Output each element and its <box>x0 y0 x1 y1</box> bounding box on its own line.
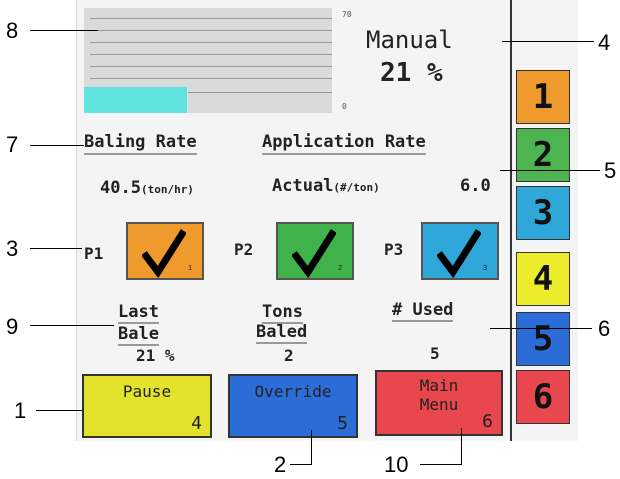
pause-button[interactable]: Pause 4 <box>82 374 212 438</box>
pump-p1-button[interactable]: 1 <box>126 222 204 280</box>
last-bale-value: 21 % <box>136 346 175 365</box>
callout-2-line-v <box>311 430 312 464</box>
callout-10: 10 <box>384 452 409 477</box>
checkmark-icon <box>292 229 336 278</box>
callout-4-line <box>502 41 594 42</box>
pause-label: Pause <box>122 382 172 401</box>
used-value: 5 <box>430 344 440 363</box>
callout-6-line <box>490 328 592 329</box>
side-key-4[interactable]: 4 <box>516 252 570 306</box>
application-rate-heading: Application Rate <box>262 132 426 155</box>
callout-7: 7 <box>6 132 19 157</box>
side-key-2[interactable]: 2 <box>516 128 570 182</box>
override-label: Override <box>254 382 332 401</box>
pump-p3-button[interactable]: 3 <box>421 222 499 280</box>
graph-level-bar <box>169 87 188 113</box>
actual-rate-value: 6.0 <box>460 176 491 196</box>
callout-10-line-v <box>461 428 462 464</box>
pump-p2-number: 2 <box>338 265 342 272</box>
side-key-6[interactable]: 6 <box>516 370 570 424</box>
pump-label-p3: P3 <box>384 240 404 259</box>
actual-rate-readout: Actual(#/ton) <box>272 176 380 196</box>
callout-2: 2 <box>274 452 287 477</box>
main-menu-key: 6 <box>482 411 493 432</box>
side-key-1[interactable]: 1 <box>516 70 570 124</box>
pump-p3-number: 3 <box>483 265 487 272</box>
tons-baled-value: 2 <box>284 346 294 365</box>
callout-1-line <box>36 410 82 411</box>
callout-4: 4 <box>598 30 611 55</box>
last-bale-label-line2: Bale <box>118 324 159 346</box>
baling-rate-heading: Baling Rate <box>84 132 197 155</box>
actual-label: Actual <box>272 176 334 196</box>
tons-baled-label-line2: Baled <box>256 322 308 344</box>
rate-graph <box>84 8 332 113</box>
percent-value: 21 % <box>380 58 443 88</box>
callout-9: 9 <box>6 314 19 339</box>
callout-5-line <box>500 170 600 171</box>
pump-p2-button[interactable]: 2 <box>276 222 354 280</box>
baling-rate-value: 40.5 <box>100 178 141 198</box>
callout-6: 6 <box>598 316 611 341</box>
callout-9-line <box>30 325 114 326</box>
override-key: 5 <box>337 413 348 434</box>
callout-8: 8 <box>6 18 19 43</box>
graph-scale-min: 0 <box>342 102 347 111</box>
pump-label-p1: P1 <box>84 244 104 263</box>
checkmark-icon <box>437 229 481 278</box>
baling-rate-unit: (ton/hr) <box>140 183 194 196</box>
side-key-5[interactable]: 5 <box>516 312 570 366</box>
pause-key: 4 <box>191 413 202 434</box>
side-key-3[interactable]: 3 <box>516 186 570 240</box>
graph-scale-max: 70 <box>342 10 352 19</box>
checkmark-icon <box>142 229 186 278</box>
last-bale-label-line1: Last <box>118 302 159 324</box>
pump-p1-number: 1 <box>188 265 192 272</box>
callout-8-line <box>30 30 98 31</box>
main-menu-label-line1: Main <box>419 376 459 395</box>
actual-unit: (#/ton) <box>333 181 380 194</box>
baling-rate-readout: 40.5(ton/hr) <box>100 178 194 198</box>
tons-baled-label-line1: Tons <box>262 302 303 324</box>
callout-10-line-h <box>420 464 462 465</box>
override-button[interactable]: Override 5 <box>228 374 358 438</box>
pump-label-p2: P2 <box>234 240 254 259</box>
main-menu-button[interactable]: Main Menu 6 <box>375 370 503 436</box>
callout-2-line-h <box>290 464 312 465</box>
callout-1: 1 <box>14 398 27 423</box>
callout-3: 3 <box>6 236 19 261</box>
used-label: # Used <box>392 300 454 322</box>
callout-7-line <box>30 145 84 146</box>
callout-5: 5 <box>604 158 617 183</box>
callout-3-line <box>30 248 82 249</box>
mode-label: Manual <box>366 26 453 54</box>
